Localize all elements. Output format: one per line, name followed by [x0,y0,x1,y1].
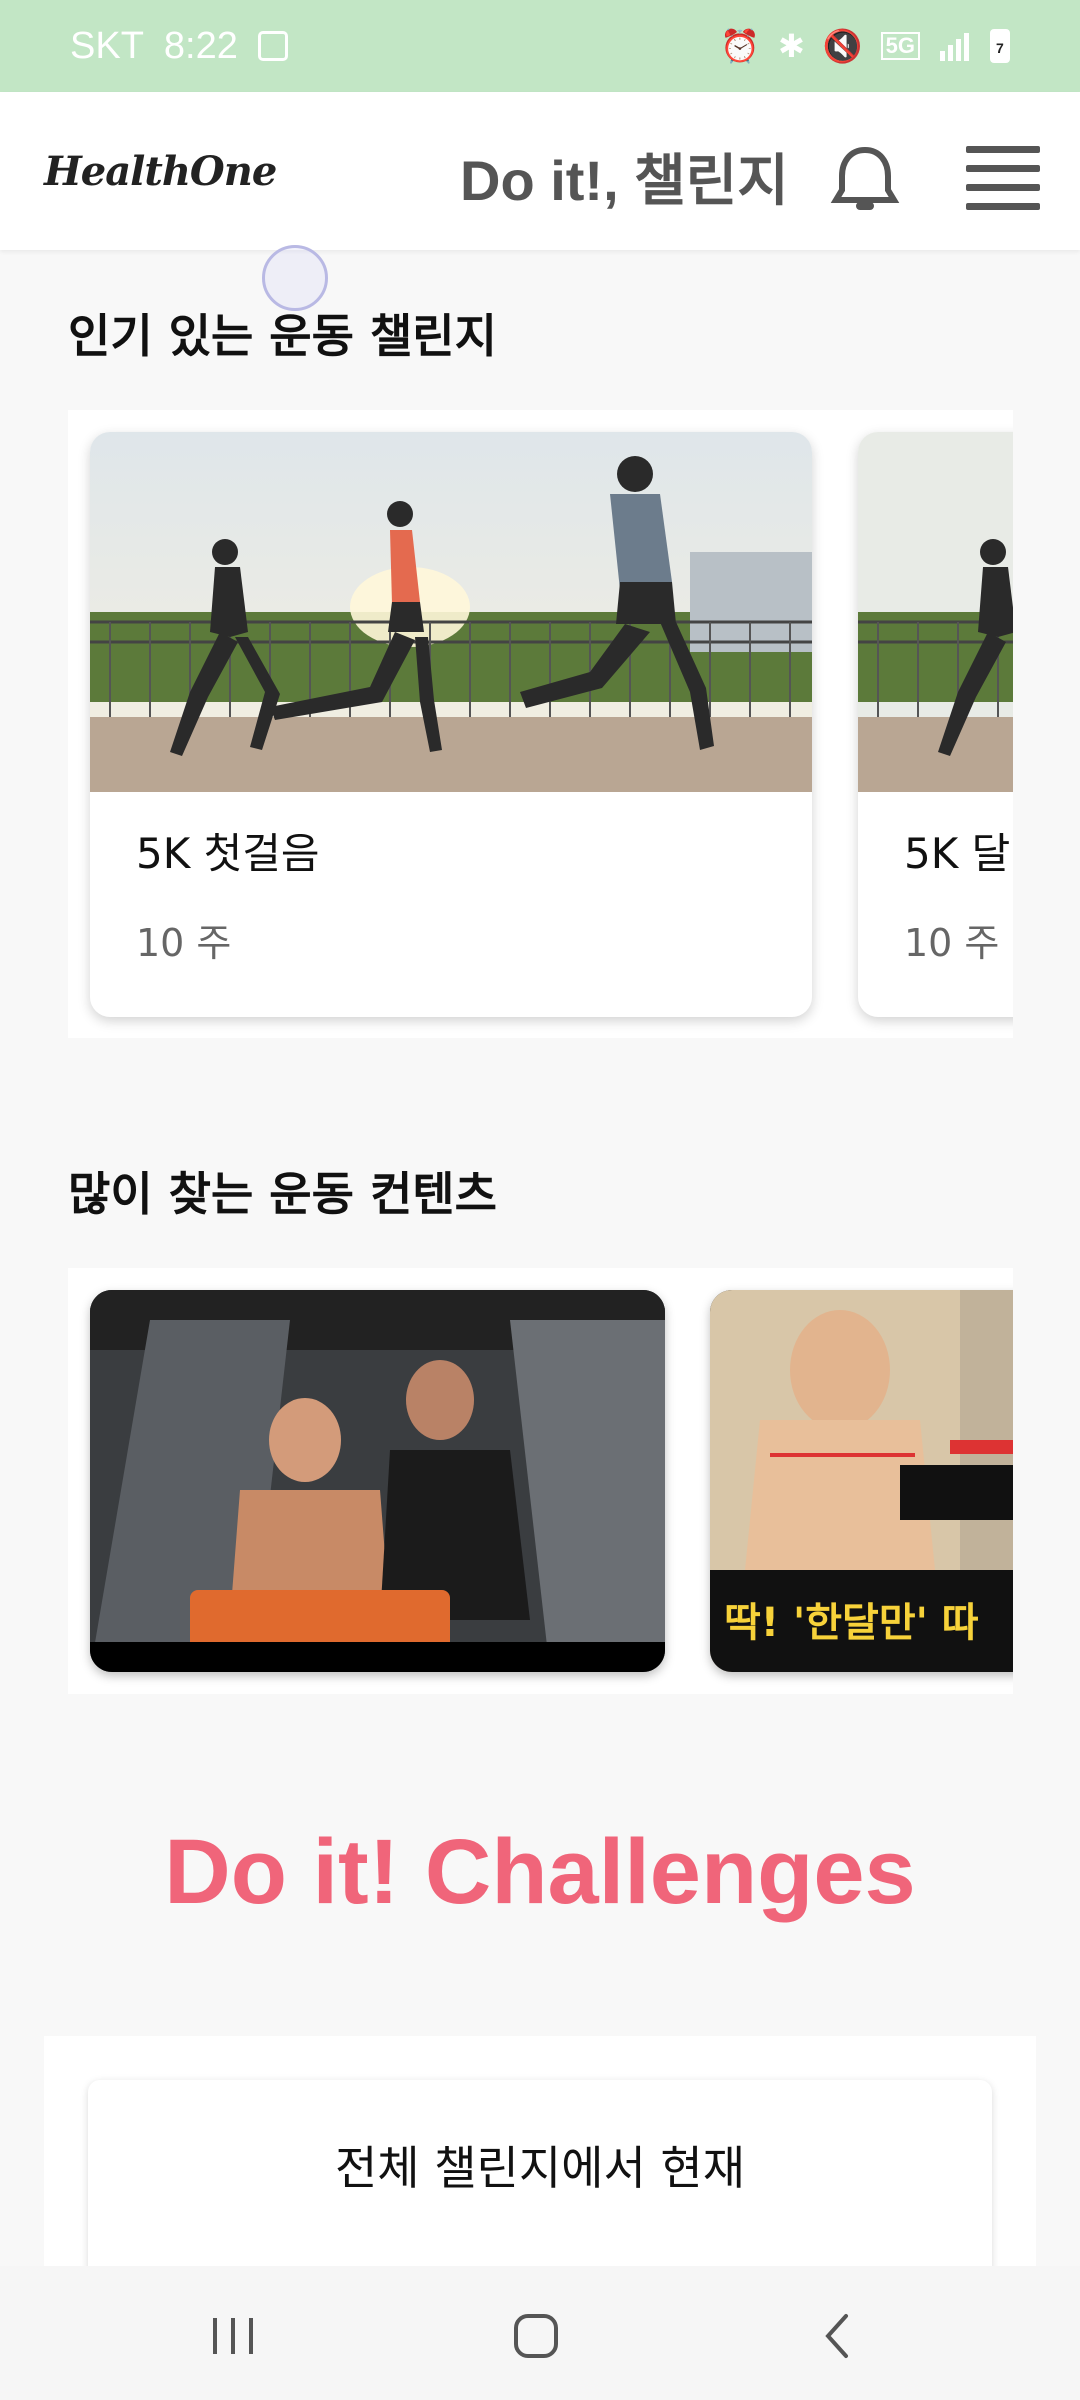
system-nav-bar [0,2266,1080,2400]
carrier-label: SKT [70,24,144,67]
video-overlay-text: 딱! '한달만' 따 [724,1600,979,1646]
challenge-card[interactable]: 5K 첫걸음 10 주 [90,432,812,1017]
home-icon[interactable] [506,2306,566,2366]
challenge-card[interactable]: 5K 달 10 주 [858,432,1013,1017]
menu-icon[interactable] [966,146,1040,210]
recent-apps-icon[interactable] [203,2306,263,2366]
runners-photo [858,432,1013,792]
all-challenges-text: 전체 챌린지에서 현재 [334,2141,746,2195]
challenge-name: 5K 첫걸음 [136,829,320,878]
app-logo[interactable]: HealthOne [44,148,277,195]
signal-icon [940,33,969,61]
app-bar: HealthOne Do it!, 챌린지 [0,92,1080,250]
mute-icon: 🔇 [822,27,863,65]
screenshot-icon [257,31,288,61]
popular-contents-heading: 많이 찾는 운동 컨텐츠 [68,1167,497,1221]
video-thumbnail[interactable] [90,1290,665,1672]
page-title: Do it!, 챌린지 [460,149,789,212]
gym-trainers-thumbnail [90,1290,665,1672]
alarm-icon: ⏰ [720,27,760,65]
challenges-banner-title: Do it! Challenges [164,1821,916,1923]
clock: 8:22 [163,24,238,67]
challenge-duration: 10 주 [904,921,1000,965]
runners-photo [90,432,812,792]
bell-icon[interactable] [830,144,900,214]
popular-challenges-heading: 인기 있는 운동 챌린지 [68,309,497,363]
bluetooth-icon: ✱ [777,27,805,65]
video-thumbnail[interactable]: 딱! '한달만' 따 [710,1290,1013,1672]
challenge-name: 5K 달 [904,829,1011,878]
status-bar: SKT 8:22 ⏰ ✱ 🔇 5G 7 [0,0,1080,92]
challenge-duration: 10 주 [136,921,232,965]
network-type-badge: 5G [880,31,920,61]
back-icon[interactable] [810,2306,870,2366]
challenge-carousel[interactable]: 5K 첫걸음 10 주 5K 달 10 주 [68,410,1013,1038]
battery-icon: 7 [990,29,1010,63]
video-carousel[interactable]: 딱! '한달만' 따 [68,1268,1013,1694]
